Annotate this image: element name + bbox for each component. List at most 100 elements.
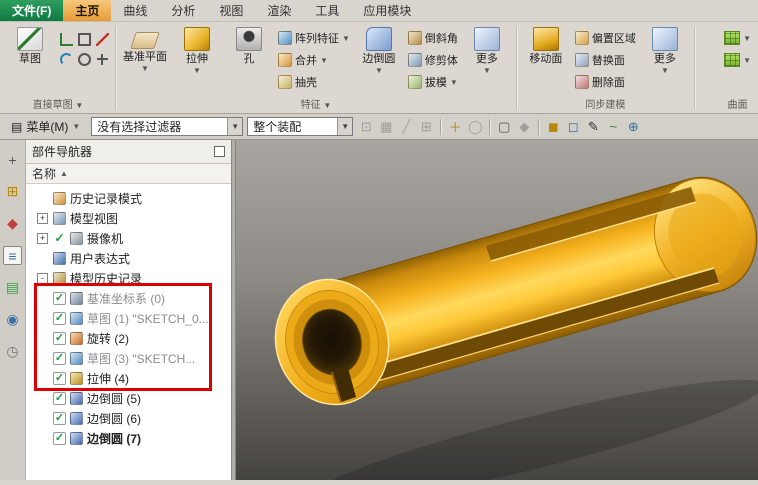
rectangle-icon[interactable]	[77, 32, 91, 46]
tab-主页[interactable]: 主页	[63, 0, 112, 21]
surface-group-label[interactable]: 曲面	[722, 99, 753, 113]
delete-face-button[interactable]: 删除面	[573, 72, 638, 92]
tree-item[interactable]: ✓ 旋转 (2)	[26, 328, 231, 348]
expand-toggle-icon[interactable]: -	[36, 272, 49, 284]
expand-box-icon[interactable]: +	[37, 212, 48, 224]
hole-button[interactable]: 孔	[224, 25, 274, 65]
shaded-view-icon[interactable]: ◼	[544, 118, 562, 136]
feature-checkbox[interactable]: ✓	[53, 391, 66, 405]
rectangle-select-icon[interactable]: ▢	[495, 118, 513, 136]
tree-item[interactable]: ✓ 拉伸 (4)	[26, 368, 231, 388]
tree-item[interactable]: ✓ 基准坐标系 (0)	[26, 288, 231, 308]
tree-item[interactable]: ✓ 草图 (1) "SKETCH_0...	[26, 308, 231, 328]
sketch-button[interactable]: 草图	[5, 25, 55, 65]
tree-item[interactable]: ✓ 边倒圆 (6)	[26, 408, 231, 428]
expand-box-icon[interactable]: +	[37, 232, 48, 244]
trim-body-button[interactable]: 修剪体	[406, 50, 460, 70]
surface-tool-button-2[interactable]: ▼	[722, 50, 753, 70]
orient-view-icon[interactable]: ⊕	[624, 118, 642, 136]
tab-曲线[interactable]: 曲线	[111, 0, 159, 21]
part-navigator-icon[interactable]: ≡	[3, 246, 22, 265]
offset-region-button[interactable]: 偏置区域	[573, 28, 638, 48]
replace-face-button[interactable]: 替换面	[573, 50, 638, 70]
tool-palette-icon[interactable]: +	[3, 150, 22, 169]
extrude-button[interactable]: 拉伸 ▼	[172, 25, 222, 77]
unite-button[interactable]: 合并 ▼	[276, 50, 352, 70]
selection-filter-dropdown[interactable]: 没有选择过滤器 ▼	[91, 117, 244, 136]
tree-item[interactable]: 用户表达式	[26, 248, 231, 268]
surface-tool-button-1[interactable]: ▼	[722, 28, 753, 48]
pattern-feature-button[interactable]: 阵列特征 ▼	[276, 28, 352, 48]
shell-button[interactable]: 抽壳	[276, 72, 352, 92]
chevron-down-icon: ▼	[449, 77, 458, 87]
expand-toggle-icon[interactable]: +	[36, 212, 49, 224]
point-icon[interactable]	[95, 52, 109, 66]
tab-分析[interactable]: 分析	[159, 0, 207, 21]
tree-item-label: 模型历史记录	[70, 271, 143, 286]
expand-box-icon[interactable]: -	[37, 272, 48, 284]
tree-item[interactable]: 历史记录模式	[26, 188, 231, 208]
tab-工具[interactable]: 工具	[303, 0, 351, 21]
point-constructor-icon[interactable]: ＋	[446, 118, 464, 136]
tab-视图[interactable]: 视图	[207, 0, 255, 21]
feature-checkbox[interactable]: ✓	[53, 371, 66, 385]
selection-scope-dropdown[interactable]: 整个装配 ▼	[247, 117, 354, 136]
datum-plane-icon	[130, 32, 160, 49]
ribbon: 草图 直接草图 ▼ 基准平面 ▼ 拉伸 ▼ 孔 阵列特征 ▼ 合并 ▼ 抽壳 边…	[0, 22, 758, 114]
line-icon[interactable]	[95, 32, 109, 46]
arc-icon[interactable]	[59, 52, 73, 66]
tree-item[interactable]: + ✓ 摄像机	[26, 228, 231, 248]
web-browser-icon[interactable]: ◉	[3, 310, 22, 329]
history-palette-icon[interactable]: ◷	[3, 342, 22, 361]
tree-item[interactable]: ✓ 边倒圆 (7)	[26, 428, 231, 448]
reuse-library-icon[interactable]: ▤	[3, 278, 22, 297]
tree-item-label: 旋转 (2)	[87, 331, 130, 346]
lasso-icon[interactable]: ◆	[515, 118, 533, 136]
synchronous-group-label[interactable]: 同步建模	[521, 99, 690, 113]
navigator-column-header[interactable]: 名称 ▲	[26, 164, 231, 184]
select-edge-icon[interactable]: ╱	[397, 118, 415, 136]
file-tab[interactable]: 文件(F)	[0, 0, 64, 21]
group-feature: 基准平面 ▼ 拉伸 ▼ 孔 阵列特征 ▼ 合并 ▼ 抽壳 边倒圆 ▼ 倒斜角 修剪体	[117, 23, 515, 113]
datum-plane-button[interactable]: 基准平面 ▼	[120, 25, 170, 75]
extrude-icon	[184, 27, 210, 51]
constraint-navigator-icon[interactable]: ◆	[3, 214, 22, 233]
select-face-icon[interactable]: ▦	[377, 118, 395, 136]
chevron-down-icon: ▼	[141, 64, 149, 73]
tree-item[interactable]: + 模型视图	[26, 208, 231, 228]
sync-more-button[interactable]: 更多 ▼	[640, 25, 690, 77]
pencil-annotate-icon[interactable]: ✎	[584, 118, 602, 136]
tab-渲染[interactable]: 渲染	[255, 0, 303, 21]
feature-checkbox[interactable]: ✓	[53, 431, 66, 445]
feature-more-button[interactable]: 更多 ▼	[462, 25, 512, 77]
circle-icon[interactable]	[77, 52, 91, 66]
wireframe-view-icon[interactable]: ◻	[564, 118, 582, 136]
edge-blend-button[interactable]: 边倒圆 ▼	[354, 25, 404, 77]
menu-button[interactable]: ▤ 菜单(M) ▼	[4, 116, 87, 137]
graphics-viewport[interactable]	[236, 140, 758, 485]
tree-item[interactable]: - 模型历史记录	[26, 268, 231, 288]
feature-checkbox[interactable]: ✓	[53, 411, 66, 425]
tree-item[interactable]: ✓ 草图 (3) "SKETCH...	[26, 348, 231, 368]
snap-point-icon[interactable]: ⊡	[357, 118, 375, 136]
float-panel-icon[interactable]	[214, 146, 225, 157]
direct-sketch-group-label[interactable]: 直接草图 ▼	[5, 99, 111, 113]
feature-checkbox[interactable]: ✓	[53, 331, 66, 345]
expand-toggle-icon[interactable]: +	[36, 232, 49, 244]
chamfer-button[interactable]: 倒斜角	[406, 28, 460, 48]
feature-checkbox[interactable]: ✓	[53, 351, 66, 365]
curve-analysis-icon[interactable]: ~	[604, 118, 622, 136]
assembly-navigator-icon[interactable]: ⊞	[3, 182, 22, 201]
feature-group-label[interactable]: 特征 ▼	[120, 99, 512, 113]
select-body-icon[interactable]: ⊞	[417, 118, 435, 136]
profile-icon[interactable]	[59, 32, 73, 46]
point-on-curve-icon[interactable]: ◯	[466, 118, 484, 136]
chevron-down-icon: ▼	[374, 66, 383, 75]
feature-checkbox[interactable]: ✓	[53, 291, 66, 305]
tab-应用模块[interactable]: 应用模块	[351, 0, 423, 21]
feature-checkbox[interactable]: ✓	[53, 311, 66, 325]
move-face-button[interactable]: 移动面	[521, 25, 571, 65]
group-separator	[693, 26, 695, 110]
draft-button[interactable]: 拔模 ▼	[406, 72, 460, 92]
tree-item[interactable]: ✓ 边倒圆 (5)	[26, 388, 231, 408]
